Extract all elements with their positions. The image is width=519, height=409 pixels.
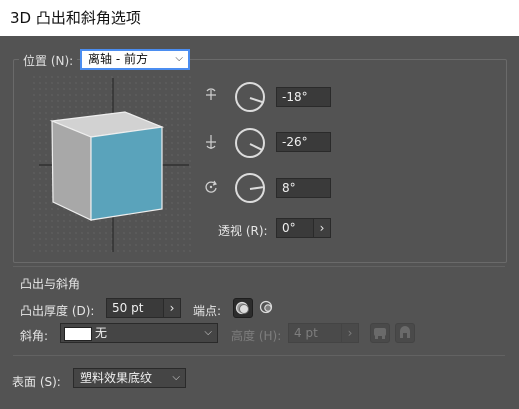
bevel-extent-in-icon <box>400 326 410 338</box>
rotate-y-dial-needle <box>249 143 263 151</box>
rotate-z-input[interactable]: 8° <box>276 178 331 198</box>
cube-front-face <box>90 126 163 221</box>
rotate-x-dial[interactable] <box>235 82 265 112</box>
cap-off-button[interactable] <box>258 298 278 318</box>
extrude-section-title: 凸出与斜角 <box>20 277 81 291</box>
bevel-height-slider-button[interactable]: › <box>341 323 359 343</box>
bevel-height-input[interactable]: 4 pt <box>288 323 342 343</box>
surface-label: 表面 (S): <box>12 375 61 389</box>
perspective-slider-button[interactable]: › <box>313 218 331 238</box>
bevel-extent-in-button[interactable] <box>395 323 415 343</box>
bevel-swatch <box>64 327 92 341</box>
bevel-label: 斜角: <box>20 329 49 343</box>
cap-on-icon <box>235 301 249 315</box>
cap-on-button[interactable] <box>233 298 253 318</box>
section-divider <box>13 355 505 356</box>
extrude-depth-input[interactable]: 50 pt <box>106 298 164 318</box>
bevel-height-value: 4 pt <box>294 326 318 340</box>
chevron-down-icon: ⌵ <box>172 372 180 383</box>
extrude-depth-value: 50 pt <box>112 301 144 315</box>
cap-label: 端点: <box>193 304 222 318</box>
surface-select-value: 塑料效果底纹 <box>80 371 153 385</box>
bevel-height-label: 高度 (H): <box>231 329 282 343</box>
position-select[interactable]: 离轴 - 前方 ⌵ <box>80 49 190 70</box>
dialog-title: 3D 凸出和斜角选项 <box>10 9 141 27</box>
cube-preview[interactable] <box>31 74 195 255</box>
bevel-extent-out-icon <box>374 328 386 339</box>
rotate-z-axis-icon <box>203 179 219 195</box>
rotate-x-input[interactable]: -18° <box>276 87 331 107</box>
chevron-down-icon: ⌵ <box>175 53 183 64</box>
dialog-title-bar[interactable]: 3D 凸出和斜角选项 <box>0 0 519 36</box>
rotate-y-axis-icon <box>203 134 219 150</box>
bevel-value: 无 <box>95 326 108 340</box>
rotate-z-value: 8° <box>282 181 296 195</box>
rotate-z-dial-needle <box>249 186 264 190</box>
extrude-depth-label: 凸出厚度 (D): <box>20 304 95 318</box>
rotate-z-dial[interactable] <box>235 173 265 203</box>
cube-side-face <box>51 120 92 221</box>
rotation-preview-track[interactable] <box>31 74 195 255</box>
section-divider <box>13 266 505 267</box>
perspective-label: 透视 (R): <box>218 224 268 238</box>
rotate-y-value: -26° <box>282 135 308 149</box>
chevron-down-icon: ⌵ <box>204 327 212 338</box>
surface-select[interactable]: 塑料效果底纹 ⌵ <box>73 368 186 388</box>
bevel-select[interactable]: 无 ⌵ <box>60 323 218 343</box>
bevel-extent-out-button[interactable] <box>370 323 390 343</box>
position-select-value: 离轴 - 前方 <box>88 52 148 66</box>
extrude-depth-slider-button[interactable]: › <box>163 298 181 318</box>
rotate-x-dial-needle <box>249 97 263 103</box>
rotate-y-input[interactable]: -26° <box>276 132 331 152</box>
cap-off-icon <box>259 300 273 314</box>
rotate-x-value: -18° <box>282 90 308 104</box>
rotate-y-dial[interactable] <box>235 128 265 158</box>
perspective-input[interactable]: 0° <box>276 218 314 238</box>
position-label: 位置 (N): <box>19 52 78 69</box>
rotate-x-axis-icon <box>203 87 219 103</box>
perspective-value: 0° <box>282 221 296 235</box>
